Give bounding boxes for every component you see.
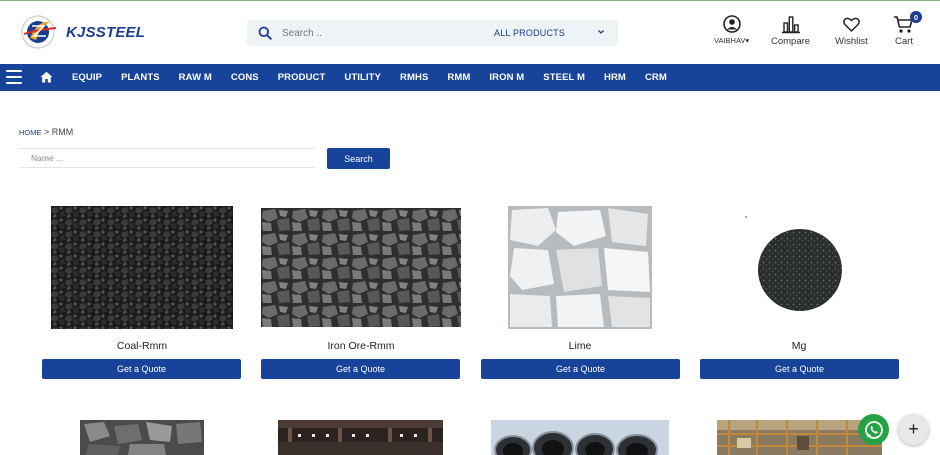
product-image-coal[interactable]	[51, 206, 233, 329]
site-logo[interactable]: KJSSTEEL	[16, 10, 145, 54]
user-icon	[722, 15, 741, 33]
filter-search-button[interactable]: Search	[327, 148, 390, 169]
whatsapp-chat-button[interactable]	[858, 414, 889, 445]
get-quote-button-lime[interactable]: Get a Quote	[481, 359, 680, 379]
cart-count-badge: 0	[910, 11, 922, 23]
hamburger-menu-icon[interactable]	[6, 70, 22, 84]
product-name-lime[interactable]: Lime	[480, 340, 680, 352]
nav-item-equip[interactable]: EQUIP	[72, 72, 102, 83]
nav-item-utility[interactable]: UTILITY	[344, 72, 381, 83]
search-input[interactable]	[282, 27, 462, 39]
nav-item-plants[interactable]: PLANTS	[121, 72, 160, 83]
compare-chart-icon	[781, 16, 800, 34]
row2-rock-image	[80, 420, 204, 455]
nav-item-iron-m[interactable]: IRON M	[489, 72, 524, 83]
product-name-iron-ore[interactable]: Iron Ore-Rmm	[261, 340, 461, 352]
breadcrumb: HOME > RMM	[19, 127, 73, 137]
nav-item-raw-m[interactable]: RAW M	[179, 72, 212, 83]
nav-item-hrm[interactable]: HRM	[604, 72, 626, 83]
logo-text: KJSSTEEL	[66, 23, 146, 41]
get-quote-button-coal[interactable]: Get a Quote	[42, 359, 241, 379]
nav-items: EQUIP PLANTS RAW M CONS PRODUCT UTILITY …	[72, 64, 686, 91]
nav-item-product[interactable]: PRODUCT	[278, 72, 326, 83]
coal-texture-image	[51, 206, 233, 329]
cart-label: Cart	[895, 36, 913, 47]
lime-stone-image	[508, 206, 652, 329]
search-icon[interactable]	[258, 26, 272, 40]
mg-granules-image	[745, 216, 842, 311]
compare-label: Compare	[771, 36, 811, 47]
category-select[interactable]: ALL PRODUCTS	[494, 28, 565, 38]
product-image-lime[interactable]	[508, 206, 652, 329]
product-image-row2-1[interactable]	[80, 420, 204, 455]
get-quote-button-mg[interactable]: Get a Quote	[700, 359, 899, 379]
nav-item-cons[interactable]: CONS	[231, 72, 259, 83]
user-name-label: VAIBHAV▾	[714, 36, 750, 45]
nav-item-crm[interactable]: CRM	[645, 72, 667, 83]
expand-plus-button[interactable]: +	[898, 414, 929, 445]
compare-link[interactable]: Compare	[771, 15, 810, 47]
nav-item-rmhs[interactable]: RMHS	[400, 72, 428, 83]
get-quote-button-iron-ore[interactable]: Get a Quote	[261, 359, 460, 379]
row2-pipes-image	[491, 420, 669, 455]
product-image-mg[interactable]	[738, 213, 862, 325]
whatsapp-icon	[864, 420, 883, 439]
site-header: KJSSTEEL ALL PRODUCTS VAIBHAV▾ Compare	[0, 1, 940, 64]
breadcrumb-home-link[interactable]: HOME	[19, 128, 42, 137]
heart-icon	[843, 17, 860, 33]
product-image-row2-2[interactable]	[278, 420, 443, 455]
product-image-row2-4[interactable]	[717, 420, 882, 455]
nav-item-rmm[interactable]: RMM	[447, 72, 470, 83]
home-icon[interactable]	[40, 71, 53, 83]
user-account-menu[interactable]: VAIBHAV▾	[714, 15, 749, 45]
breadcrumb-separator: >	[41, 127, 52, 137]
breadcrumb-current: RMM	[51, 127, 74, 137]
main-nav-bar: EQUIP PLANTS RAW M CONS PRODUCT UTILITY …	[0, 64, 940, 91]
iron-ore-texture-image	[261, 208, 461, 327]
nav-item-steel-m[interactable]: STEEL M	[543, 72, 585, 83]
product-image-iron-ore[interactable]	[261, 208, 461, 327]
wishlist-link[interactable]: Wishlist	[835, 15, 868, 47]
name-filter-input[interactable]	[19, 148, 315, 168]
product-name-coal[interactable]: Coal-Rmm	[42, 340, 242, 352]
product-name-mg[interactable]: Mg	[699, 340, 899, 352]
row2-plant-image	[278, 420, 443, 455]
search-bar: ALL PRODUCTS	[247, 20, 618, 46]
chevron-down-icon[interactable]	[597, 28, 605, 36]
logo-emblem-icon	[21, 15, 57, 49]
product-image-row2-3[interactable]	[491, 420, 669, 455]
row2-site-image	[717, 420, 882, 455]
cart-link[interactable]: 0 Cart	[893, 11, 922, 47]
wishlist-label: Wishlist	[835, 36, 868, 47]
